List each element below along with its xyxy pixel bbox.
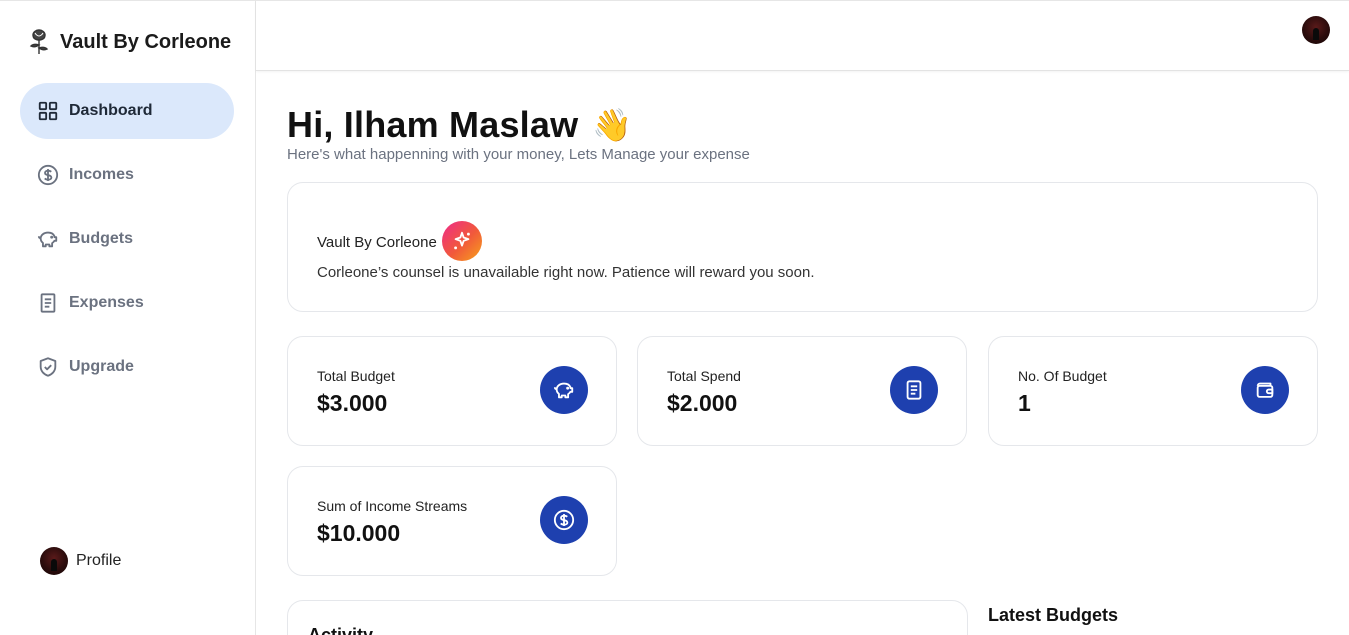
avatar	[40, 547, 68, 575]
stat-label: No. Of Budget	[1018, 368, 1107, 384]
top-header	[256, 0, 1349, 71]
page-subtitle: Here's what happenning with your money, …	[287, 146, 750, 163]
profile-label: Profile	[76, 552, 122, 569]
sidebar-item-label: Upgrade	[69, 358, 134, 375]
dollar-circle-icon	[37, 164, 59, 186]
stat-label: Sum of Income Streams	[317, 498, 468, 514]
stat-card-income-streams: Sum of Income Streams $10.000	[287, 466, 617, 576]
sidebar-item-label: Incomes	[69, 166, 134, 183]
stat-card-budget-count: No. Of Budget 1	[988, 336, 1318, 446]
stat-card-total-budget: Total Budget $3.000	[287, 336, 617, 446]
dollar-circle-icon	[540, 496, 588, 544]
sidebar-item-dashboard[interactable]: Dashboard	[20, 83, 234, 139]
profile-link[interactable]: Profile	[40, 547, 121, 575]
sidebar-item-expenses[interactable]: Expenses	[20, 275, 234, 331]
ai-card-header: Vault By Corleone	[317, 221, 482, 261]
activity-card: Activity	[287, 600, 968, 635]
brand-name: Vault By Corleone	[60, 30, 232, 53]
activity-title: Activity	[308, 625, 374, 635]
sidebar-item-label: Budgets	[69, 230, 133, 247]
stat-label: Total Spend	[667, 368, 741, 384]
page-title: Hi, Ilham Maslaw	[287, 104, 579, 145]
sparkle-icon	[441, 221, 482, 261]
sidebar-item-budgets[interactable]: Budgets	[20, 211, 234, 267]
brand[interactable]: Vault By Corleone	[26, 27, 231, 57]
piggy-bank-icon	[37, 231, 58, 248]
dashboard-grid-icon	[38, 101, 58, 121]
receipt-icon	[40, 293, 56, 313]
stat-value: $2.000	[667, 390, 738, 416]
greeting: Hi, Ilham Maslaw 👋	[287, 104, 632, 146]
latest-budgets-title: Latest Budgets	[988, 605, 1119, 625]
sidebar-item-upgrade[interactable]: Upgrade	[20, 339, 234, 395]
ai-advice-card: Vault By Corleone Corleone’s counsel is …	[287, 182, 1318, 312]
piggy-bank-icon	[540, 366, 588, 414]
stat-card-total-spend: Total Spend $2.000	[637, 336, 967, 446]
stat-value: $3.000	[317, 390, 388, 416]
sidebar: Vault By Corleone Dashboard Incomes Budg…	[0, 0, 256, 635]
wallet-icon	[1241, 366, 1289, 414]
ai-card-message: Corleone’s counsel is unavailable right …	[317, 264, 815, 281]
ai-card-title: Vault By Corleone	[317, 233, 437, 251]
stat-label: Total Budget	[317, 368, 395, 384]
stat-value: 1	[1018, 390, 1031, 416]
user-avatar-button[interactable]	[1302, 16, 1330, 44]
stat-value: $10.000	[317, 520, 401, 546]
sidebar-item-label: Dashboard	[69, 102, 153, 119]
sidebar-nav: Dashboard Incomes Budgets Expenses Upgra…	[20, 83, 234, 403]
shield-check-icon	[39, 357, 57, 377]
receipt-icon	[890, 366, 938, 414]
waving-hand-icon: 👋	[592, 107, 633, 143]
sidebar-item-incomes[interactable]: Incomes	[20, 147, 234, 203]
sidebar-item-label: Expenses	[69, 294, 144, 311]
rose-logo-icon	[29, 29, 49, 54]
